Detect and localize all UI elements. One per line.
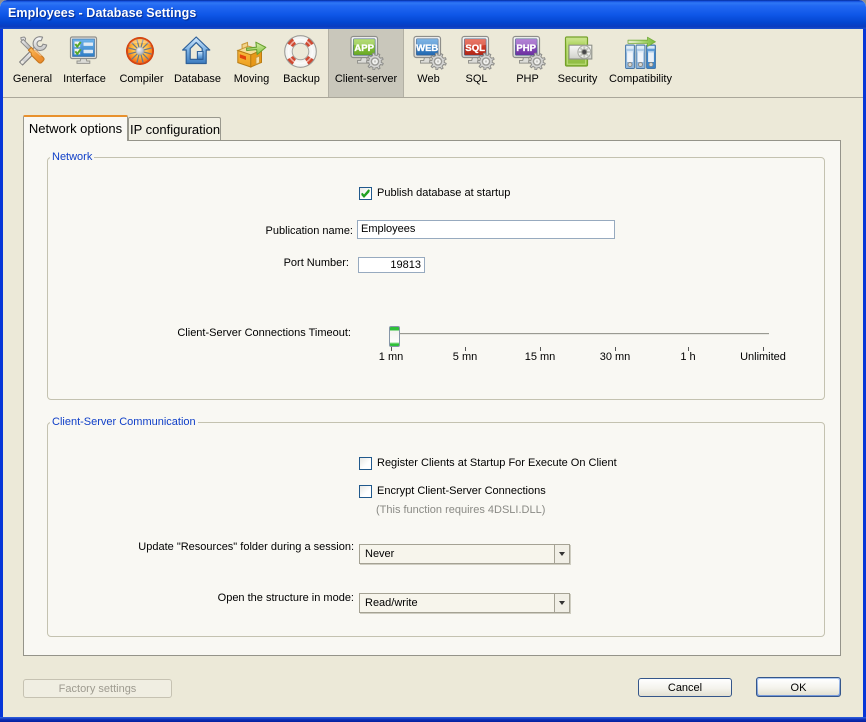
- svg-text:SQL: SQL: [465, 43, 485, 54]
- svg-text:WEB: WEB: [416, 43, 438, 54]
- svg-text:PHP: PHP: [516, 43, 536, 54]
- svg-text:APP: APP: [354, 43, 374, 54]
